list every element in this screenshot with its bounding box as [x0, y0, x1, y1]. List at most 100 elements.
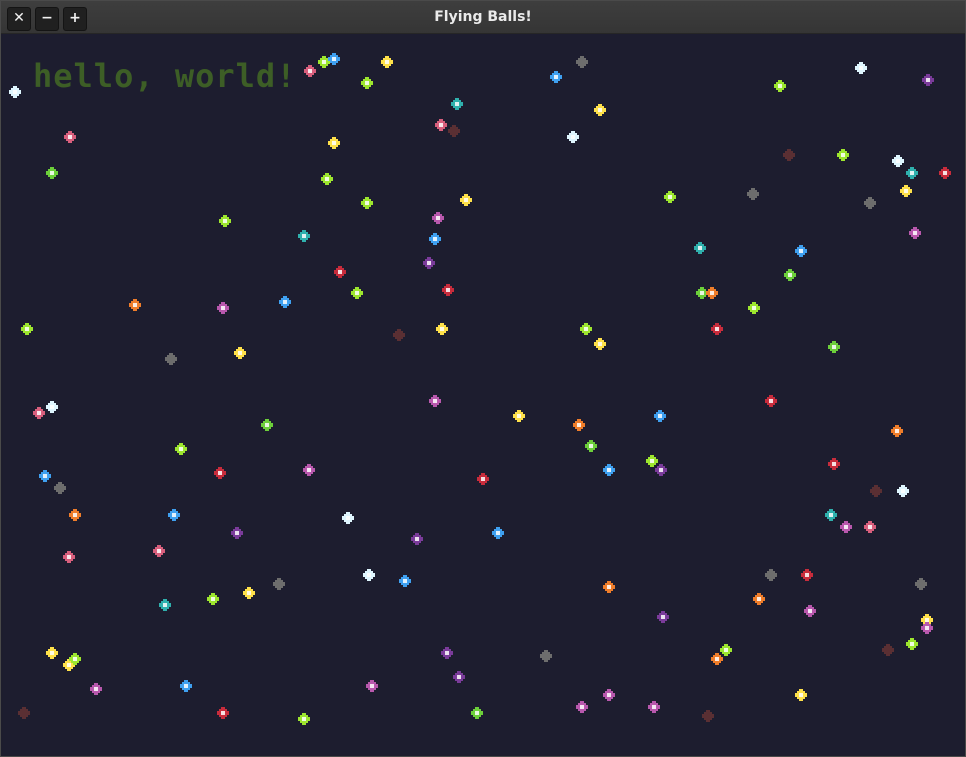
- ball-gray: [864, 197, 876, 209]
- ball-lime: [175, 443, 187, 455]
- ball-orange: [573, 419, 585, 431]
- ball-green: [471, 707, 483, 719]
- ball-brown: [783, 149, 795, 161]
- ball-purple: [441, 647, 453, 659]
- ball-red: [828, 458, 840, 470]
- ball-lime: [219, 215, 231, 227]
- ball-orange: [603, 581, 615, 593]
- ball-magenta: [603, 689, 615, 701]
- ball-red: [711, 323, 723, 335]
- ball-yellow: [594, 338, 606, 350]
- game-canvas[interactable]: hello, world!: [3, 34, 963, 754]
- ball-blue: [654, 410, 666, 422]
- ball-teal: [298, 230, 310, 242]
- ball-gray: [540, 650, 552, 662]
- ball-yellow: [46, 647, 58, 659]
- ball-purple: [922, 74, 934, 86]
- ball-lime: [837, 149, 849, 161]
- ball-white: [46, 401, 58, 413]
- ball-red: [765, 395, 777, 407]
- ball-brown: [18, 707, 30, 719]
- ball-orange: [891, 425, 903, 437]
- ball-magenta: [576, 701, 588, 713]
- ball-brown: [882, 644, 894, 656]
- ball-white: [567, 131, 579, 143]
- ball-magenta: [840, 521, 852, 533]
- ball-red: [442, 284, 454, 296]
- ball-lime: [361, 197, 373, 209]
- ball-magenta: [804, 605, 816, 617]
- ball-teal: [694, 242, 706, 254]
- ball-purple: [411, 533, 423, 545]
- ball-blue: [168, 509, 180, 521]
- ball-orange: [69, 509, 81, 521]
- ball-lime: [298, 713, 310, 725]
- hello-world-text: hello, world!: [33, 57, 297, 95]
- ball-blue: [492, 527, 504, 539]
- ball-magenta: [217, 302, 229, 314]
- ball-yellow: [328, 137, 340, 149]
- ball-teal: [159, 599, 171, 611]
- ball-red: [939, 167, 951, 179]
- ball-magenta: [429, 395, 441, 407]
- ball-red: [477, 473, 489, 485]
- ball-blue: [399, 575, 411, 587]
- ball-teal: [451, 98, 463, 110]
- ball-magenta: [303, 464, 315, 476]
- ball-magenta: [921, 622, 933, 634]
- ball-blue: [180, 680, 192, 692]
- ball-blue: [429, 233, 441, 245]
- ball-gray: [915, 578, 927, 590]
- ball-lime: [321, 173, 333, 185]
- ball-brown: [393, 329, 405, 341]
- ball-purple: [453, 671, 465, 683]
- ball-teal: [825, 509, 837, 521]
- ball-blue: [550, 71, 562, 83]
- ball-gray: [54, 482, 66, 494]
- ball-orange: [129, 299, 141, 311]
- app-window: ✕ − + Flying Balls! hello, world!: [0, 0, 966, 757]
- ball-yellow: [795, 689, 807, 701]
- ball-red: [334, 266, 346, 278]
- ball-pink: [63, 551, 75, 563]
- ball-green: [261, 419, 273, 431]
- ball-white: [855, 62, 867, 74]
- ball-blue: [39, 470, 51, 482]
- ball-pink: [153, 545, 165, 557]
- ball-orange: [711, 653, 723, 665]
- ball-purple: [657, 611, 669, 623]
- ball-gray: [765, 569, 777, 581]
- ball-gray: [165, 353, 177, 365]
- ball-blue: [328, 53, 340, 65]
- ball-magenta: [648, 701, 660, 713]
- ball-purple: [655, 464, 667, 476]
- title-bar[interactable]: ✕ − + Flying Balls!: [1, 1, 965, 34]
- ball-white: [897, 485, 909, 497]
- ball-white: [342, 512, 354, 524]
- ball-red: [214, 467, 226, 479]
- ball-lime: [351, 287, 363, 299]
- ball-brown: [870, 485, 882, 497]
- ball-magenta: [90, 683, 102, 695]
- ball-green: [828, 341, 840, 353]
- ball-red: [801, 569, 813, 581]
- ball-lime: [664, 191, 676, 203]
- ball-lime: [748, 302, 760, 314]
- ball-brown: [448, 125, 460, 137]
- ball-green: [46, 167, 58, 179]
- ball-yellow: [900, 185, 912, 197]
- ball-yellow: [243, 587, 255, 599]
- ball-yellow: [513, 410, 525, 422]
- ball-yellow: [436, 323, 448, 335]
- ball-yellow: [234, 347, 246, 359]
- ball-magenta: [432, 212, 444, 224]
- ball-pink: [864, 521, 876, 533]
- ball-green: [585, 440, 597, 452]
- ball-orange: [706, 287, 718, 299]
- ball-red: [217, 707, 229, 719]
- ball-gray: [576, 56, 588, 68]
- ball-blue: [279, 296, 291, 308]
- ball-lime: [207, 593, 219, 605]
- ball-purple: [423, 257, 435, 269]
- ball-magenta: [366, 680, 378, 692]
